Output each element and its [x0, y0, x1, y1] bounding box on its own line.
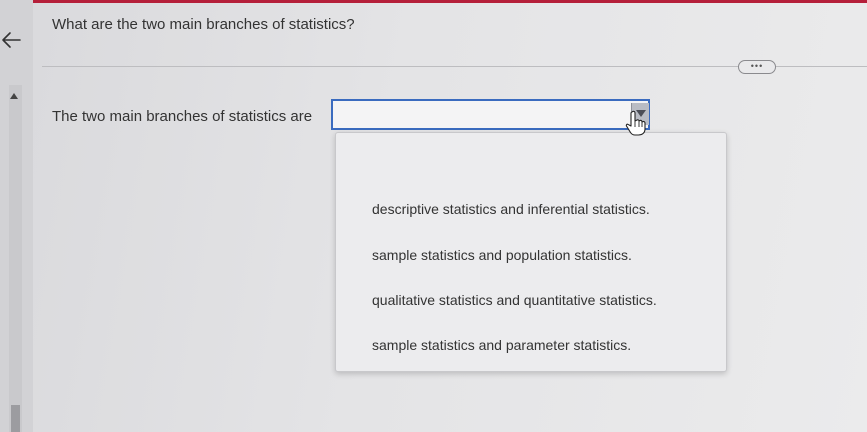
dropdown-menu: descriptive statistics and inferential s… [335, 132, 727, 372]
back-arrow-icon[interactable] [0, 28, 26, 52]
scrollbar-thumb[interactable] [11, 405, 20, 432]
top-accent-strip [0, 0, 867, 3]
answer-dropdown-select[interactable] [331, 99, 650, 130]
scroll-up-icon[interactable] [10, 93, 18, 99]
question-text: What are the two main branches of statis… [52, 16, 355, 33]
dropdown-option[interactable]: descriptive statistics and inferential s… [372, 201, 650, 217]
dropdown-option[interactable]: qualitative statistics and quantitative … [372, 292, 657, 308]
hand-cursor-icon [625, 110, 646, 136]
more-button[interactable]: ••• [738, 60, 776, 74]
prompt-text: The two main branches of statistics are [52, 108, 313, 125]
scrollbar[interactable] [9, 85, 22, 432]
dropdown-option[interactable]: sample statistics and parameter statisti… [372, 337, 631, 353]
dropdown-option[interactable]: sample statistics and population statist… [372, 247, 632, 263]
